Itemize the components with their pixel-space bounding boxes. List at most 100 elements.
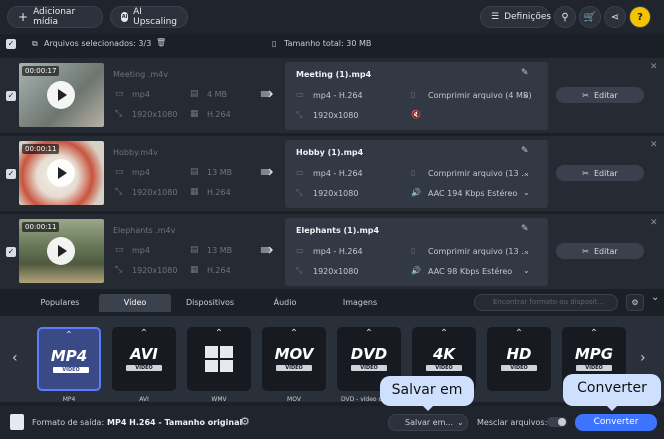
format-mov[interactable]: ⌃ MOV VIDEO bbox=[262, 327, 326, 391]
chevron-left-icon[interactable]: ‹ bbox=[12, 350, 18, 366]
format-search-input[interactable]: Encontrar formato ou disposit... bbox=[474, 294, 618, 311]
output-settings-gear-icon[interactable]: ⚙ bbox=[240, 415, 250, 428]
play-icon[interactable] bbox=[47, 159, 75, 187]
format-hd[interactable]: ⌃ HD VIDEO bbox=[487, 327, 551, 391]
bottom-bar: Formato de saída: MP4 H.264 - Tamanho or… bbox=[0, 406, 664, 439]
source-size: 13 MB bbox=[207, 246, 233, 255]
video-thumbnail[interactable]: 00:00:11 bbox=[19, 141, 104, 205]
merge-files-toggle[interactable] bbox=[547, 417, 567, 427]
save-to-dropdown[interactable]: Salvar em... ⌄ bbox=[388, 414, 468, 431]
source-size: 4 MB bbox=[207, 90, 228, 99]
trash-icon[interactable]: 🗑 bbox=[156, 38, 166, 47]
chevron-down-icon[interactable]: ⌄ bbox=[523, 246, 530, 255]
size-icon: ▤ bbox=[190, 245, 199, 255]
video-thumbnail[interactable]: 00:00:17 bbox=[19, 63, 104, 127]
format-mp4[interactable]: ⌃ MP4 VIDEO bbox=[37, 327, 101, 391]
source-resolution: 1920x1080 bbox=[132, 188, 178, 197]
chevron-down-icon[interactable]: ⌄ bbox=[523, 168, 530, 177]
compress-dropdown[interactable]: Comprimir arquivo (13 ... bbox=[428, 169, 529, 178]
edit-name-icon[interactable]: ✎ bbox=[521, 146, 529, 156]
ai-upscaling-button[interactable]: AI AI Upscaling bbox=[110, 6, 188, 28]
tab-populares[interactable]: Populares bbox=[24, 294, 96, 312]
compress-icon: ▯ bbox=[411, 168, 416, 177]
output-format-value[interactable]: MP4 H.264 - Tamanho original bbox=[107, 418, 242, 427]
chevron-up-icon: ⌃ bbox=[364, 328, 374, 339]
add-media-button[interactable]: + Adicionar mídia bbox=[7, 6, 103, 28]
help-button[interactable]: ? bbox=[629, 6, 651, 28]
output-audio[interactable]: AAC 98 Kbps Estéreo bbox=[428, 267, 512, 276]
output-audio[interactable]: AAC 194 Kbps Estéreo bbox=[428, 189, 517, 198]
size-icon: ▤ bbox=[190, 89, 199, 99]
plus-icon: + bbox=[18, 10, 29, 24]
tab-dispositivos[interactable]: Dispositivos bbox=[174, 294, 246, 312]
search-tool-button[interactable]: ⚲ bbox=[554, 6, 576, 28]
play-icon[interactable] bbox=[47, 81, 75, 109]
tab-video[interactable]: Vídeo bbox=[99, 294, 171, 312]
file-checkbox[interactable]: ✓ bbox=[6, 169, 16, 179]
scissors-icon: ✂ bbox=[582, 90, 589, 100]
output-format[interactable]: mp4 - H.264 bbox=[313, 247, 363, 256]
custom-format-button[interactable]: ⚙ bbox=[626, 294, 644, 311]
format-icon: ▭ bbox=[296, 246, 304, 255]
chevron-up-icon: ⌃ bbox=[589, 328, 599, 339]
remove-file-icon[interactable]: ✕ bbox=[650, 62, 658, 72]
edit-name-icon[interactable]: ✎ bbox=[521, 224, 529, 234]
duration-label: 00:00:11 bbox=[22, 222, 60, 232]
chevron-down-icon[interactable]: ⌄ bbox=[523, 90, 530, 99]
cart-button[interactable]: 🛒 bbox=[579, 6, 601, 28]
tab-imagens[interactable]: Imagens bbox=[324, 294, 396, 312]
callout-convert: Converter bbox=[563, 374, 661, 406]
remove-file-icon[interactable]: ✕ bbox=[650, 140, 658, 150]
edit-name-icon[interactable]: ✎ bbox=[521, 68, 529, 78]
output-format-icon bbox=[10, 414, 24, 430]
convert-arrow-icon: ⇛ bbox=[260, 240, 274, 259]
audio-icon: 🔊 bbox=[411, 188, 421, 197]
codec-icon: ▦ bbox=[190, 187, 199, 197]
source-format: mp4 bbox=[132, 246, 150, 255]
file-checkbox[interactable]: ✓ bbox=[6, 247, 16, 257]
edit-button[interactable]: ✂ Editar bbox=[556, 243, 644, 259]
size-icon: ▤ bbox=[190, 167, 199, 177]
edit-button[interactable]: ✂ Editar bbox=[556, 87, 644, 103]
format-wmv[interactable]: ⌃ bbox=[187, 327, 251, 391]
cart-icon: 🛒 bbox=[583, 11, 597, 23]
top-toolbar: + Adicionar mídia AI AI Upscaling ☰ Defi… bbox=[0, 0, 664, 34]
chevron-down-icon[interactable]: ⌄ bbox=[523, 266, 530, 275]
output-format[interactable]: mp4 - H.264 bbox=[313, 169, 363, 178]
source-size: 13 MB bbox=[207, 168, 233, 177]
compress-dropdown[interactable]: Comprimir arquivo (4 MB) bbox=[428, 91, 532, 100]
file-checkbox[interactable]: ✓ bbox=[6, 91, 16, 101]
chevron-down-icon[interactable]: ⌄ bbox=[523, 188, 530, 197]
output-resolution[interactable]: 1920x1080 bbox=[313, 111, 358, 120]
output-file-name: Elephants (1).mp4 bbox=[296, 226, 380, 235]
format-avi[interactable]: ⌃ AVI VIDEO bbox=[112, 327, 176, 391]
video-thumbnail[interactable]: 00:00:11 bbox=[19, 219, 104, 283]
settings-button[interactable]: ☰ Definições bbox=[480, 6, 551, 28]
collapse-chevron-icon[interactable]: ⌄ bbox=[651, 292, 659, 303]
format-icon: ▭ bbox=[115, 167, 124, 177]
convert-button[interactable]: Converter bbox=[575, 414, 657, 431]
compress-dropdown[interactable]: Comprimir arquivo (13 ... bbox=[428, 247, 529, 256]
chevron-up-icon: ⌃ bbox=[139, 328, 149, 339]
output-format[interactable]: mp4 - H.264 bbox=[313, 91, 363, 100]
edit-button[interactable]: ✂ Editar bbox=[556, 165, 644, 181]
output-resolution[interactable]: 1920x1080 bbox=[313, 189, 358, 198]
chevron-down-icon: ⌄ bbox=[457, 418, 464, 427]
play-icon[interactable] bbox=[47, 237, 75, 265]
source-file-name: Elephants .m4v bbox=[113, 226, 176, 235]
select-all-checkbox[interactable]: ✓ bbox=[6, 39, 16, 49]
source-codec: H.264 bbox=[207, 266, 231, 275]
chevron-up-icon: ⌃ bbox=[64, 330, 74, 341]
output-settings-panel: Hobby (1).mp4 ✎ ▭ mp4 - H.264 ▯ Comprimi… bbox=[285, 140, 548, 208]
source-resolution: 1920x1080 bbox=[132, 266, 178, 275]
output-format-label: Formato de saída: bbox=[32, 418, 105, 427]
windows-logo-icon bbox=[205, 346, 233, 372]
source-codec: H.264 bbox=[207, 110, 231, 119]
output-resolution[interactable]: 1920x1080 bbox=[313, 267, 358, 276]
share-button[interactable]: ⋖ bbox=[604, 6, 626, 28]
tab-audio[interactable]: Áudio bbox=[249, 294, 321, 312]
source-format: mp4 bbox=[132, 168, 150, 177]
remove-file-icon[interactable]: ✕ bbox=[650, 218, 658, 228]
chevron-right-icon[interactable]: › bbox=[640, 350, 646, 366]
file-row: ✓ 00:00:17 Meeting .m4v ▭ mp4 ▤ 4 MB ⤡ 1… bbox=[0, 57, 664, 133]
